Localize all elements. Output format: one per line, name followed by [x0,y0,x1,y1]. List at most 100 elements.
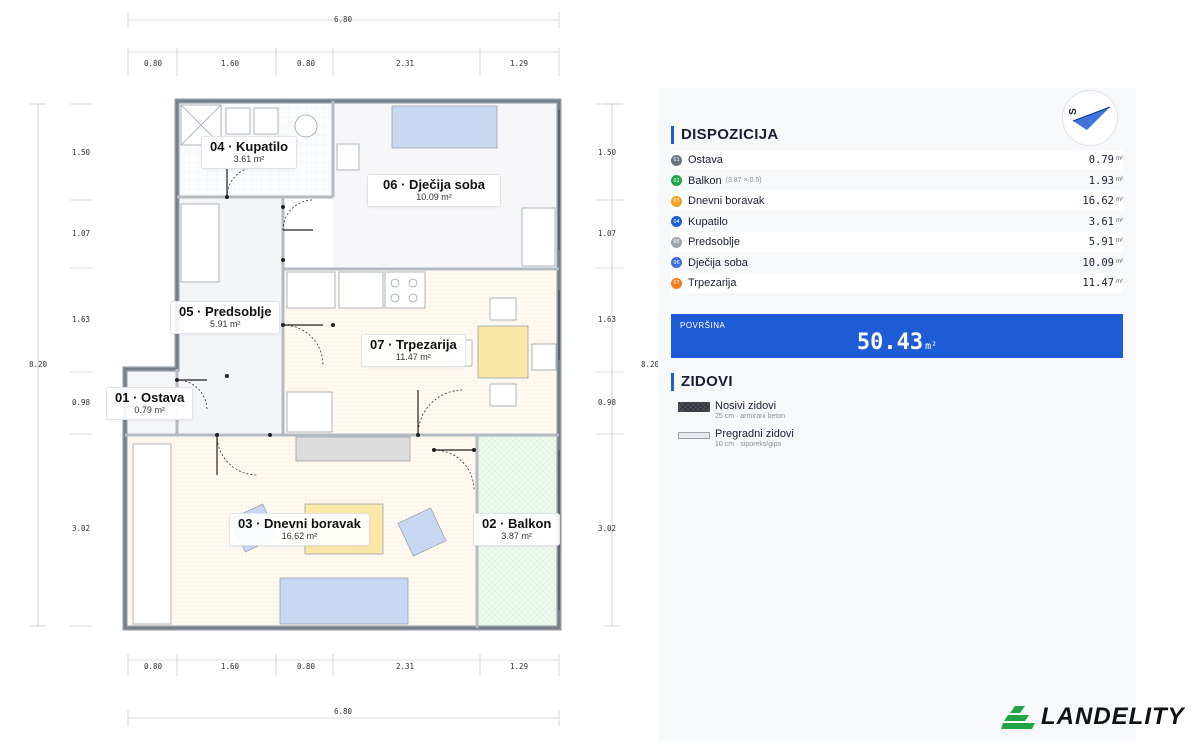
room-note: (3.87 × 0.5) [725,177,762,184]
chair-1 [489,297,517,321]
washbasin [225,107,251,135]
room-name: 01 · Ostava [115,390,185,405]
dim-bottom-1: 0.80 [144,662,163,671]
toilet [294,114,318,138]
room-area-value: 1.93 [1088,174,1114,187]
disposition-row: 03 Dnevni boravak 16.62 m² [671,191,1123,211]
room-area: 5.91 m² [209,319,241,329]
disposition-row: 01 Ostava 0.79 m² [671,150,1123,170]
disposition-row: 07 Trpezarija 11.47 m² [671,273,1123,293]
total-area-box: POVRŠINA 50.43 m² [671,314,1123,358]
legend-partition-name: Pregradni zidovi [715,428,794,440]
compass-letter: S [1067,108,1079,115]
sink [286,271,336,309]
dim-left-4: 0.98 [72,398,91,407]
dim-left-3: 1.63 [72,315,90,324]
legend-bearing-walls: Nosivi zidovi 25 cm · armirani beton [678,400,785,421]
dim-bottom-4: 2.31 [396,662,414,671]
room-number-badge: 03 [671,195,682,207]
fridge [286,391,333,433]
room-name: 05 · Predsoblje [179,304,272,319]
dim-right-2: 1.07 [598,229,616,238]
room-number-badge: 07 [671,277,682,289]
room-area: 11.47 m² [395,352,431,362]
dim-bottom-3: 0.80 [297,662,316,671]
room-name: Balkon [688,174,722,187]
room-name: Dnevni boravak [688,195,765,207]
disposition-row: 05 Predsoblje 5.91 m² [671,232,1123,252]
compass-arrow-icon [1072,106,1111,130]
total-number: 50.43 [856,330,924,355]
room-label-djecija-soba: 06 · Dječija soba 10.09 m² [367,174,501,207]
legend-partition-walls: Pregradni zidovi 10 cm · siporeks/gips [678,428,794,449]
room-label-balkon: 02 · Balkon 3.87 m² [473,513,561,546]
bearing-wall-swatch-icon [678,402,710,412]
dim-right-5: 3.02 [598,524,616,533]
washbasin-2 [253,107,279,135]
room-label-trpezarija: 07 · Trpezarija 11.47 m² [361,334,466,367]
counter [338,271,384,309]
dim-top-2: 1.60 [221,59,240,68]
legend-partition-spec: 10 cm · siporeks/gips [715,441,782,448]
dim-top-5: 1.29 [510,59,528,68]
room-label-ostava: 01 · Ostava 0.79 m² [106,387,194,420]
room-area-unit: m² [1116,258,1123,265]
dim-top-4: 2.31 [396,59,414,68]
dim-bottom-2: 1.60 [221,662,240,671]
chair-4 [531,343,557,371]
room-area-value: 5.91 [1088,236,1114,248]
total-label: POVRŠINA [680,321,726,330]
legend-bearing-name: Nosivi zidovi [715,400,777,412]
room-label-kupatilo: 04 · Kupatilo 3.61 m² [201,136,298,169]
sofa-side [132,443,172,625]
dining-table [477,325,529,379]
dim-left-1: 1.50 [72,148,91,157]
dim-top-3: 0.80 [297,59,316,68]
floor-plan: 6.80 0.80 1.60 0.80 2.31 1.29 0.80 1.60 … [29,12,658,726]
room-name: Trpezarija [688,277,737,289]
dim-left-5: 3.02 [72,524,90,533]
room-area-unit: m² [1116,279,1123,285]
partition-wall-swatch-icon [678,432,710,439]
brand-logo: LANDELITY [1001,703,1185,731]
room-area-value: 10.09 [1082,256,1114,269]
room-number-badge: 06 [671,257,682,268]
disposition-row: 06 Dječija soba 10.09 m² [671,253,1123,273]
dim-top-1: 0.80 [144,59,163,68]
room-area-unit: m² [1116,197,1123,203]
dim-bottom-total: 6.80 [334,707,353,716]
room-label-predsoblje: 05 · Predsoblje 5.91 m² [170,301,281,334]
room-name: Predsoblje [688,236,740,248]
room-name: Kupatilo [688,215,728,228]
landelity-logo-icon [1001,706,1035,729]
room-area-value: 3.61 [1088,215,1114,228]
total-value: 50.43 m² [671,330,1123,355]
bed [391,105,498,149]
walls-title: ZIDOVI [671,373,733,391]
room-number-badge: 04 [671,216,682,227]
chair-2 [489,383,517,407]
dim-right-3: 1.63 [598,315,616,324]
room-name: 04 · Kupatilo [210,139,289,154]
dim-right-1: 1.50 [598,148,617,157]
sofa [279,577,409,625]
room-number-badge: 01 [671,154,682,166]
disposition-row: 02 Balkon (3.87 × 0.5) 1.93 m² [671,171,1123,191]
tv-unit [295,436,411,462]
room-area: 16.62 m² [281,531,318,541]
room-area: 3.61 m² [233,154,265,164]
room-number-badge: 05 [671,236,682,248]
room-name: Ostava [688,154,723,166]
room-area-unit: m² [1116,217,1123,224]
room-area-unit: m² [1116,156,1123,162]
disposition-title: DISPOZICIJA [671,126,778,144]
dim-left-2: 1.07 [72,229,90,238]
dim-right-total: 8.20 [641,360,658,369]
dim-left-total: 8.20 [29,360,48,369]
room-area-value: 0.79 [1088,154,1114,166]
room-name: Dječija soba [688,256,748,269]
dim-bottom-5: 1.29 [510,662,528,671]
room-number-badge: 02 [671,175,682,186]
room-name: 07 · Trpezarija [370,337,457,352]
room-label-dnevni-boravak: 03 · Dnevni boravak 16.62 m² [229,513,370,546]
